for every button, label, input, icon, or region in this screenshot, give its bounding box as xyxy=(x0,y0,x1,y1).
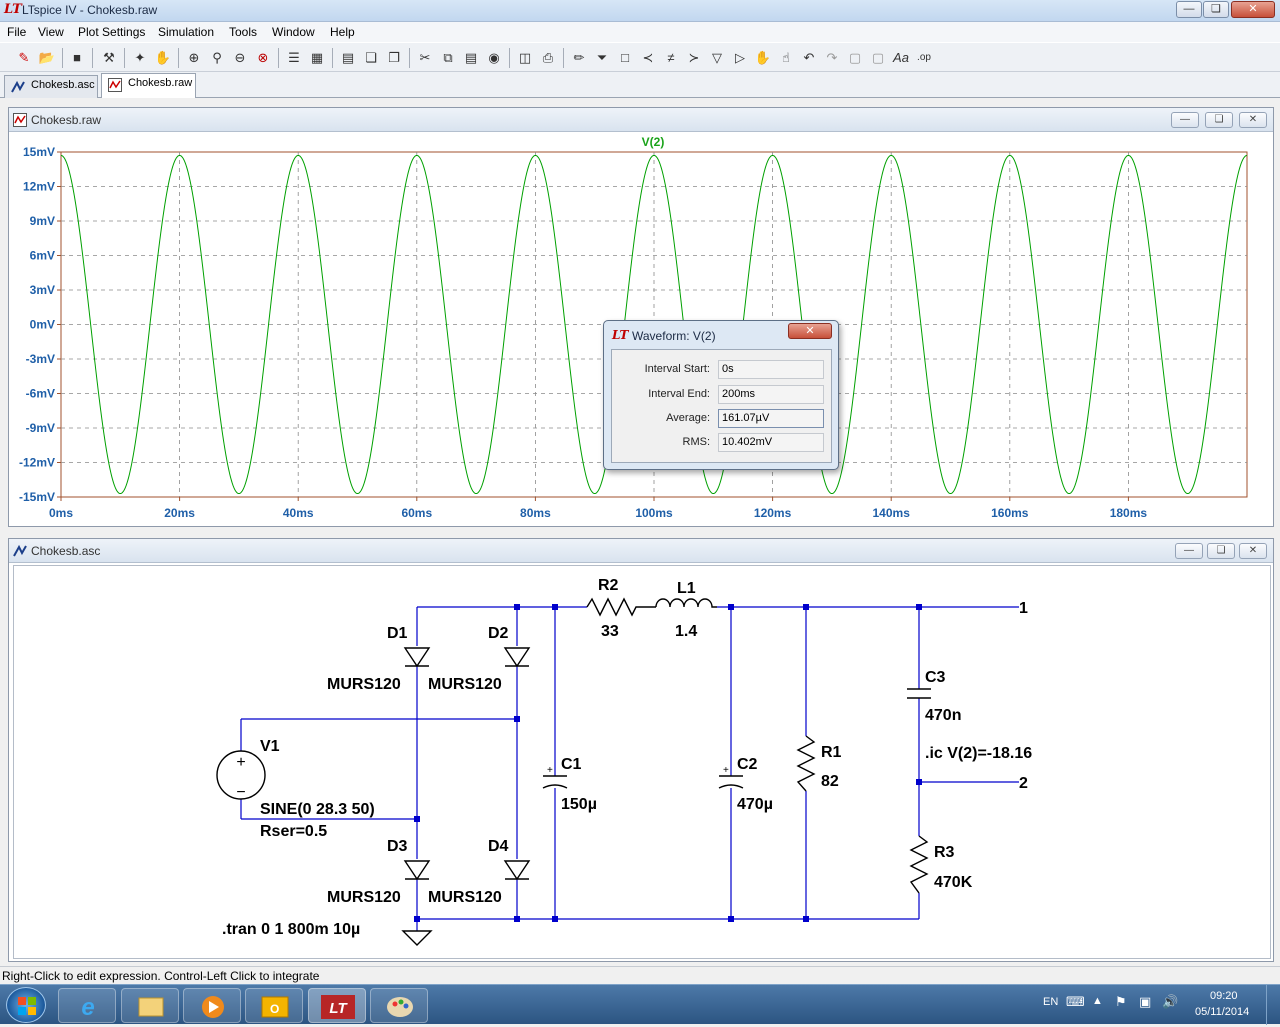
taskbar-ltspice[interactable]: LT xyxy=(308,988,366,1023)
clock-time[interactable]: 09:20 xyxy=(1210,990,1238,1002)
windows-logo-icon xyxy=(18,997,36,1015)
d2-model: MURS120 xyxy=(428,676,502,693)
svg-text:O: O xyxy=(270,1002,279,1016)
network-icon[interactable]: ▣ xyxy=(1139,994,1151,1010)
outlook-icon: O xyxy=(261,996,289,1018)
r3-name: R3 xyxy=(934,844,955,861)
l1-inductor-icon xyxy=(655,598,717,608)
ltspice-icon: LT xyxy=(321,995,355,1019)
start-button[interactable] xyxy=(6,987,46,1023)
node-label-2: 2 xyxy=(1019,775,1028,792)
r1-resistor-icon xyxy=(796,735,816,792)
svg-text:−: − xyxy=(236,784,245,801)
v1-value: SINE(0 28.3 50) xyxy=(260,801,375,818)
r2-value: 33 xyxy=(601,623,619,640)
r1-value: 82 xyxy=(821,773,839,790)
d3-diode-icon xyxy=(403,860,431,881)
media-player-icon xyxy=(202,996,224,1018)
taskbar-outlook[interactable]: O xyxy=(245,988,303,1023)
l1-value: 1.4 xyxy=(675,623,697,640)
c2-value: 470µ xyxy=(737,796,773,813)
language-indicator[interactable]: EN xyxy=(1043,996,1058,1008)
taskbar-paint[interactable] xyxy=(370,988,428,1023)
folder-icon xyxy=(138,997,164,1017)
d4-diode-icon xyxy=(503,860,531,881)
d2-diode-icon xyxy=(503,647,531,668)
d1-name: D1 xyxy=(387,625,408,642)
taskbar-internet-explorer[interactable]: e xyxy=(58,988,116,1023)
d3-model: MURS120 xyxy=(327,889,401,906)
c2-capacitor-icon xyxy=(718,775,744,789)
internet-explorer-icon: e xyxy=(81,994,94,1021)
c2-name: C2 xyxy=(737,756,758,773)
taskbar-media-player[interactable] xyxy=(183,988,241,1023)
c3-name: C3 xyxy=(925,669,946,686)
show-hidden-icons-icon[interactable]: ▲ xyxy=(1092,995,1103,1007)
svg-text:+: + xyxy=(547,765,553,776)
d4-model: MURS120 xyxy=(428,889,502,906)
schematic-canvas[interactable]: + − + + D1 MURS120 D2 MURS120 D3 MURS120… xyxy=(1,1,1280,1001)
tran-directive: .tran 0 1 800m 10µ xyxy=(222,921,360,938)
taskbar-explorer[interactable] xyxy=(121,988,179,1023)
l1-name: L1 xyxy=(677,580,696,597)
d2-name: D2 xyxy=(488,625,509,642)
node-label-1: 1 xyxy=(1019,600,1028,617)
r1-name: R1 xyxy=(821,744,842,761)
schematic-window: Chokesb.asc — ❏ ✕ + − + + D1 MURS120 D2 … xyxy=(8,538,1274,962)
component-labels: D1 MURS120 D2 MURS120 D3 MURS120 D4 MURS… xyxy=(222,577,1032,938)
r3-value: 470K xyxy=(934,874,973,891)
clock-date[interactable]: 05/11/2014 xyxy=(1195,1006,1249,1018)
d1-model: MURS120 xyxy=(327,676,401,693)
junctions xyxy=(414,604,922,922)
c3-capacitor-icon xyxy=(907,688,931,699)
c1-value: 150µ xyxy=(561,796,597,813)
paint-icon xyxy=(387,997,413,1017)
r2-resistor-icon xyxy=(586,597,656,617)
svg-text:LT: LT xyxy=(329,1000,348,1017)
v1-rser: Rser=0.5 xyxy=(260,823,327,840)
wires xyxy=(240,606,1019,931)
svg-text:e: e xyxy=(81,994,94,1021)
v1-name: V1 xyxy=(260,738,280,755)
c3-value: 470n xyxy=(925,707,961,724)
d3-name: D3 xyxy=(387,838,408,855)
volume-icon[interactable]: 🔊 xyxy=(1162,994,1178,1010)
c1-name: C1 xyxy=(561,756,582,773)
c1-capacitor-icon xyxy=(542,775,568,789)
svg-text:+: + xyxy=(723,765,729,776)
action-center-flag-icon[interactable]: ⚑ xyxy=(1115,994,1127,1010)
ground-icon xyxy=(401,930,433,946)
status-bar: Right-Click to edit expression. Control-… xyxy=(0,966,1280,984)
taskbar: e O LT EN ⌨ ▲ ⚑ ▣ 🔊 09:20 05/11/2014 xyxy=(0,984,1280,1025)
status-text: Right-Click to edit expression. Control-… xyxy=(2,969,320,983)
show-desktop-button[interactable] xyxy=(1266,985,1280,1025)
ic-directive: .ic V(2)=-18.16 xyxy=(925,745,1032,762)
svg-text:+: + xyxy=(236,754,245,771)
keyboard-icon[interactable]: ⌨ xyxy=(1066,994,1085,1010)
d1-diode-icon xyxy=(403,647,431,668)
d4-name: D4 xyxy=(488,838,509,855)
r3-resistor-icon xyxy=(909,835,929,894)
r2-name: R2 xyxy=(598,577,619,594)
